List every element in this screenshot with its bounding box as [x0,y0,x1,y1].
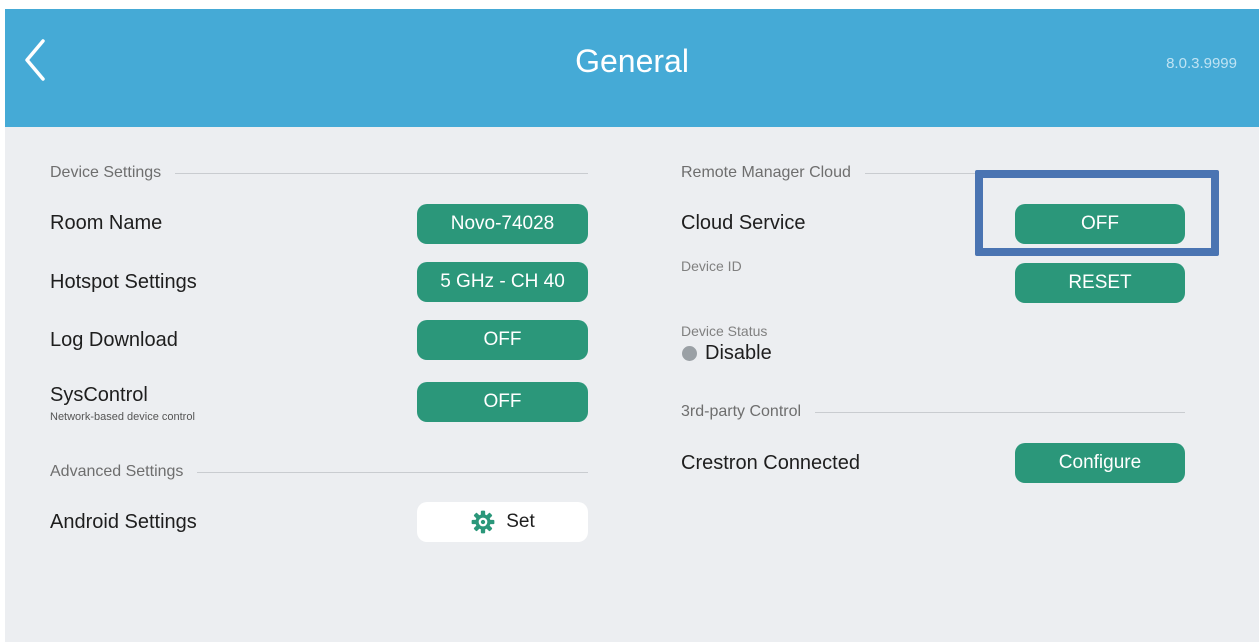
android-settings-label: Android Settings [50,511,197,533]
crestron-configure-button[interactable]: Configure [1015,443,1185,483]
room-name-button[interactable]: Novo-74028 [417,204,588,244]
version-label: 8.0.3.9999 [1166,55,1237,72]
log-download-toggle[interactable]: OFF [417,320,588,360]
hotspot-settings-label: Hotspot Settings [50,271,197,293]
divider [175,172,588,174]
third-party-heading: 3rd-party Control [681,403,1185,421]
reset-button[interactable]: RESET [1015,263,1185,303]
hotspot-settings-button[interactable]: 5 GHz - CH 40 [417,262,588,302]
device-status-value: Disable [705,342,772,364]
gear-icon [471,510,495,534]
syscontrol-label: SysControl [50,384,148,406]
divider [197,471,588,473]
syscontrol-toggle[interactable]: OFF [417,382,588,422]
device-settings-heading-text: Device Settings [50,164,162,181]
header-bar: General 8.0.3.9999 [5,9,1259,127]
cloud-service-toggle[interactable]: OFF [1015,204,1185,244]
advanced-settings-heading: Advanced Settings [50,463,588,481]
cloud-service-label: Cloud Service [681,212,806,234]
page-title: General [575,43,689,79]
device-id-label: Device ID [681,258,742,274]
crestron-connected-label: Crestron Connected [681,452,860,474]
device-status-label: Device Status [681,323,768,339]
remote-manager-heading: Remote Manager Cloud [681,164,1185,182]
status-dot-icon [682,346,697,361]
settings-screen: General 8.0.3.9999 Device Settings Room … [5,9,1259,642]
log-download-label: Log Download [50,329,178,351]
divider [815,411,1185,413]
divider [864,172,1185,174]
room-name-label: Room Name [50,212,163,234]
device-settings-heading: Device Settings [50,164,588,182]
device-status: Disable [682,342,772,365]
syscontrol-sublabel: Network-based device control [50,411,195,423]
third-party-heading-text: 3rd-party Control [681,403,802,420]
android-settings-set-button[interactable]: Set [417,502,588,542]
advanced-settings-heading-text: Advanced Settings [50,463,184,480]
remote-manager-heading-text: Remote Manager Cloud [681,164,851,181]
set-button-label: Set [506,511,535,532]
